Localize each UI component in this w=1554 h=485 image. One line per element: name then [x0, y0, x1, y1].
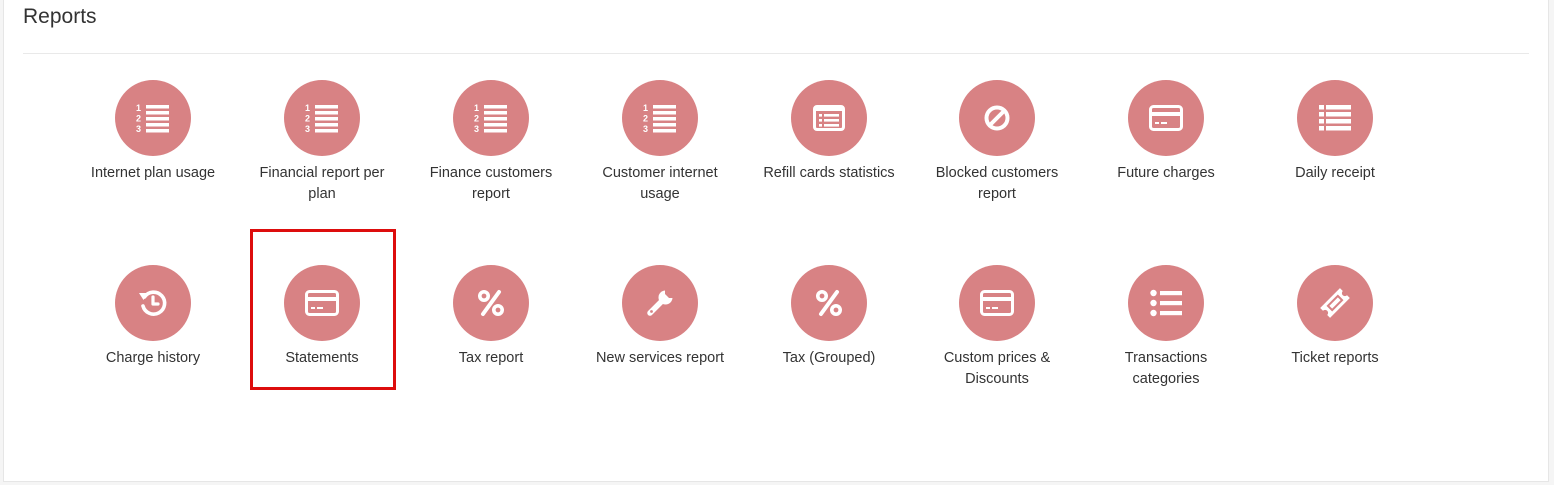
svg-text:3: 3	[474, 124, 479, 134]
page-title: Reports	[23, 5, 97, 28]
percent-icon[interactable]	[791, 265, 867, 341]
list-icon[interactable]	[1297, 80, 1373, 156]
credit-card-icon[interactable]	[959, 265, 1035, 341]
report-tile-charge-history[interactable]: Charge history	[78, 265, 228, 369]
report-tile-new-services-report[interactable]: New services report	[585, 265, 735, 369]
report-label[interactable]: Future charges	[1091, 163, 1241, 184]
history-icon[interactable]	[115, 265, 191, 341]
report-tile-financial-report-per-plan[interactable]: 1 2 3 Financial report per plan	[247, 80, 397, 205]
ticket-icon[interactable]	[1297, 265, 1373, 341]
report-label[interactable]: Custom prices & Discounts	[922, 348, 1072, 390]
report-tile-daily-receipt[interactable]: Daily receipt	[1260, 80, 1410, 184]
report-label[interactable]: Financial report per plan	[247, 163, 397, 205]
report-label[interactable]: Transactions categories	[1091, 348, 1241, 390]
ordered-list-icon[interactable]: 123	[115, 80, 191, 156]
report-tile-refill-cards-statistics[interactable]: Refill cards statistics	[754, 80, 904, 184]
highlight-box	[250, 229, 396, 390]
report-label[interactable]: Tax report	[416, 348, 566, 369]
ordered-list-icon[interactable]: 123	[622, 80, 698, 156]
report-label[interactable]: Ticket reports	[1260, 348, 1410, 369]
report-label[interactable]: Charge history	[78, 348, 228, 369]
report-label[interactable]: New services report	[585, 348, 735, 369]
title-divider	[23, 53, 1529, 54]
svg-text:2: 2	[305, 114, 310, 124]
svg-text:2: 2	[474, 114, 479, 124]
svg-text:1: 1	[643, 103, 648, 113]
report-tile-finance-customers-report[interactable]: 1 2 3 Finance customers report	[416, 80, 566, 205]
svg-text:1: 1	[305, 103, 310, 113]
report-tile-ticket-reports[interactable]: Ticket reports	[1260, 265, 1410, 369]
ban-icon[interactable]	[959, 80, 1035, 156]
report-tile-custom-prices-discounts[interactable]: Custom prices & Discounts	[922, 265, 1072, 390]
report-label[interactable]: Customer internet usage	[585, 163, 735, 205]
report-label[interactable]: Tax (Grouped)	[754, 348, 904, 369]
reports-panel: Reports 1 2 3 Internet plan usage 1 2 3 Financi…	[3, 0, 1549, 482]
report-label[interactable]: Finance customers report	[416, 163, 566, 205]
wrench-icon[interactable]	[622, 265, 698, 341]
credit-card-icon[interactable]	[1128, 80, 1204, 156]
svg-text:1: 1	[136, 103, 141, 113]
report-tile-transactions-categories[interactable]: Transactions categories	[1091, 265, 1241, 390]
report-label[interactable]: Daily receipt	[1260, 163, 1410, 184]
report-label[interactable]: Blocked customers report	[922, 163, 1072, 205]
report-tile-future-charges[interactable]: Future charges	[1091, 80, 1241, 184]
list-alt-icon[interactable]	[791, 80, 867, 156]
report-tile-tax-report[interactable]: Tax report	[416, 265, 566, 369]
report-label[interactable]: Internet plan usage	[78, 163, 228, 184]
report-label[interactable]: Refill cards statistics	[754, 163, 904, 184]
svg-text:2: 2	[643, 114, 648, 124]
report-tile-internet-plan-usage[interactable]: 1 2 3 Internet plan usage	[78, 80, 228, 184]
list-ul-icon[interactable]	[1128, 265, 1204, 341]
ordered-list-icon[interactable]: 123	[284, 80, 360, 156]
svg-text:3: 3	[643, 124, 648, 134]
svg-text:1: 1	[474, 103, 479, 113]
svg-text:3: 3	[305, 124, 310, 134]
report-tile-tax-grouped[interactable]: Tax (Grouped)	[754, 265, 904, 369]
percent-icon[interactable]	[453, 265, 529, 341]
ordered-list-icon[interactable]: 123	[453, 80, 529, 156]
report-tile-customer-internet-usage[interactable]: 1 2 3 Customer internet usage	[585, 80, 735, 205]
report-tile-blocked-customers-report[interactable]: Blocked customers report	[922, 80, 1072, 205]
svg-text:2: 2	[136, 114, 141, 124]
svg-text:3: 3	[136, 124, 141, 134]
